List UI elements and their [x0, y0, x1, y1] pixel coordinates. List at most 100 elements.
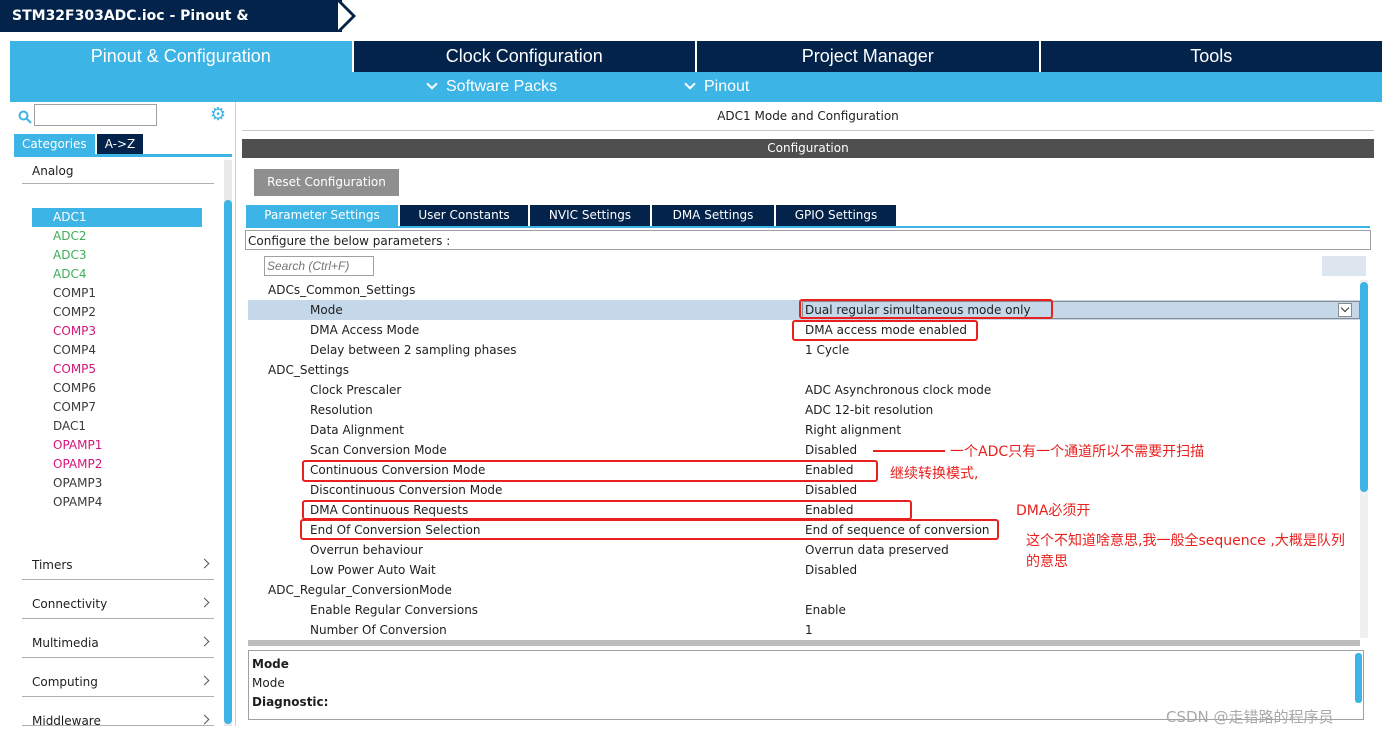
tab-underline	[246, 226, 1370, 228]
chevron-down-icon	[426, 78, 438, 90]
description-text: Mode	[252, 676, 285, 690]
sidebar-item-adc2[interactable]: ADC2	[32, 227, 202, 246]
chevron-right-icon	[199, 636, 210, 647]
param-group-header[interactable]: ADC_Settings	[248, 360, 1360, 380]
scrollbar-thumb[interactable]	[224, 200, 232, 724]
category-timers[interactable]: Timers	[22, 552, 214, 580]
param-group-label: ADC_Settings	[268, 363, 350, 377]
window-title: STM32F303ADC.ioc - Pinout & Configuratio…	[0, 0, 342, 56]
sidebar-item-opamp4[interactable]: OPAMP4	[32, 493, 202, 512]
description-scrollbar[interactable]	[1355, 653, 1362, 703]
category-label: Computing	[32, 675, 98, 689]
annotation-box-mode	[799, 299, 1053, 319]
category-middleware[interactable]: Middleware	[22, 708, 214, 726]
sidebar-scrollbar[interactable]	[224, 160, 232, 726]
param-row[interactable]: Data Alignment Right alignment	[248, 420, 1360, 440]
pinout-label: Pinout	[704, 78, 750, 95]
category-connectivity[interactable]: Connectivity	[22, 591, 214, 619]
annotation-box-dma-access	[792, 320, 978, 341]
reset-configuration-button[interactable]: Reset Configuration	[254, 169, 399, 196]
param-value: ADC Asynchronous clock mode	[805, 383, 992, 397]
param-group-header[interactable]: ADCs_Common_Settings	[248, 280, 1360, 300]
pinout-menu[interactable]: Pinout	[684, 72, 750, 102]
category-label: Middleware	[32, 714, 101, 726]
sidebar-item-comp2[interactable]: COMP2	[32, 303, 202, 322]
param-value: Enable	[805, 603, 846, 617]
sidebar-item-opamp1[interactable]: OPAMP1	[32, 436, 202, 455]
parameter-search-input[interactable]	[264, 256, 374, 276]
description-heading: Mode	[252, 657, 289, 671]
configure-label: Configure the below parameters :	[245, 230, 1371, 250]
tab-underline	[14, 154, 232, 157]
param-row[interactable]: Enable Regular Conversions Enable	[248, 600, 1360, 620]
sidebar-item-comp4[interactable]: COMP4	[32, 341, 202, 360]
param-name: Scan Conversion Mode	[310, 443, 447, 457]
sidebar-item-comp7[interactable]: COMP7	[32, 398, 202, 417]
annotation-box-dma-continuous	[302, 500, 912, 520]
scrollbar-thumb[interactable]	[1360, 282, 1368, 492]
category-analog[interactable]: Analog	[22, 162, 214, 184]
param-name: Clock Prescaler	[310, 383, 402, 397]
param-value: Right alignment	[805, 423, 902, 437]
parameter-scrollbar[interactable]	[1360, 280, 1368, 638]
chevron-right-icon	[199, 714, 210, 725]
tab-clock-configuration[interactable]: Clock Configuration	[354, 41, 697, 72]
param-row[interactable]: Low Power Auto Wait Disabled	[248, 560, 1360, 580]
param-name: Number Of Conversion	[310, 623, 447, 637]
tab-categories[interactable]: Categories	[14, 134, 95, 154]
software-packs-menu[interactable]: Software Packs	[426, 72, 558, 102]
chevron-down-icon[interactable]	[1338, 303, 1352, 317]
param-row[interactable]: Delay between 2 sampling phases 1 Cycle	[248, 340, 1360, 360]
tab-parameter-settings[interactable]: Parameter Settings	[246, 205, 398, 226]
param-value: Disabled	[805, 483, 858, 497]
param-group-label: ADCs_Common_Settings	[268, 283, 416, 297]
tab-project-manager[interactable]: Project Manager	[697, 41, 1041, 72]
tab-tools[interactable]: Tools	[1041, 41, 1383, 72]
sidebar-item-comp6[interactable]: COMP6	[32, 379, 202, 398]
analog-list: ADC1 ADC2 ADC3 ADC4 COMP1 COMP2 COMP3 COMP4 COMP…	[32, 208, 202, 512]
sidebar-item-adc4[interactable]: ADC4	[32, 265, 202, 284]
param-value: Disabled	[805, 443, 858, 457]
annotation-continuous-note: 继续转换模式,	[890, 466, 979, 482]
category-multimedia[interactable]: Multimedia	[22, 630, 214, 658]
param-name: Data Alignment	[310, 423, 404, 437]
horizontal-divider[interactable]	[248, 640, 1360, 646]
software-packs-label: Software Packs	[446, 78, 558, 95]
sidebar-item-opamp3[interactable]: OPAMP3	[32, 474, 202, 493]
search-icon[interactable]	[18, 110, 32, 124]
annotation-dma-note: DMA必须开	[1016, 503, 1091, 519]
category-computing[interactable]: Computing	[22, 669, 214, 697]
sidebar-tabs: Categories A->Z	[14, 134, 144, 154]
sidebar-item-adc1[interactable]: ADC1	[32, 208, 202, 227]
param-value: ADC 12-bit resolution	[805, 403, 934, 417]
param-group-header[interactable]: ADC_Regular_ConversionMode	[248, 580, 1360, 600]
tab-gpio-settings[interactable]: GPIO Settings	[776, 205, 896, 226]
chevron-down-icon	[684, 78, 696, 90]
sidebar-item-comp3[interactable]: COMP3	[32, 322, 202, 341]
expand-button[interactable]	[1322, 256, 1366, 276]
sidebar-item-dac1[interactable]: DAC1	[32, 417, 202, 436]
sidebar-item-opamp2[interactable]: OPAMP2	[32, 455, 202, 474]
tab-pinout-configuration[interactable]: Pinout & Configuration	[10, 41, 354, 72]
tab-user-constants[interactable]: User Constants	[400, 205, 528, 226]
param-row[interactable]: Resolution ADC 12-bit resolution	[248, 400, 1360, 420]
chevron-right-icon	[199, 558, 210, 569]
gear-icon[interactable]: ⚙	[210, 106, 230, 126]
param-row[interactable]: Discontinuous Conversion Mode Disabled	[248, 480, 1360, 500]
param-row[interactable]: Number Of Conversion 1	[248, 620, 1360, 640]
annotation-box-continuous	[302, 460, 878, 482]
sub-menu-bar: Software Packs Pinout	[10, 72, 1382, 102]
sidebar-item-comp5[interactable]: COMP5	[32, 360, 202, 379]
sidebar-item-comp1[interactable]: COMP1	[32, 284, 202, 303]
param-value: Overrun data preserved	[805, 543, 949, 557]
sidebar-search-input[interactable]	[34, 104, 157, 126]
tab-dma-settings[interactable]: DMA Settings	[652, 205, 774, 226]
annotation-eoc-note-line2: 的意思	[1026, 554, 1068, 570]
param-row[interactable]: Clock Prescaler ADC Asynchronous clock mo…	[248, 380, 1360, 400]
param-name: Delay between 2 sampling phases	[310, 343, 517, 357]
tab-nvic-settings[interactable]: NVIC Settings	[530, 205, 650, 226]
tab-a-z[interactable]: A->Z	[96, 134, 144, 154]
title-bar: STM32F303ADC.ioc - Pinout & Configuratio…	[0, 0, 1392, 56]
annotation-box-eoc	[300, 519, 999, 540]
sidebar-item-adc3[interactable]: ADC3	[32, 246, 202, 265]
